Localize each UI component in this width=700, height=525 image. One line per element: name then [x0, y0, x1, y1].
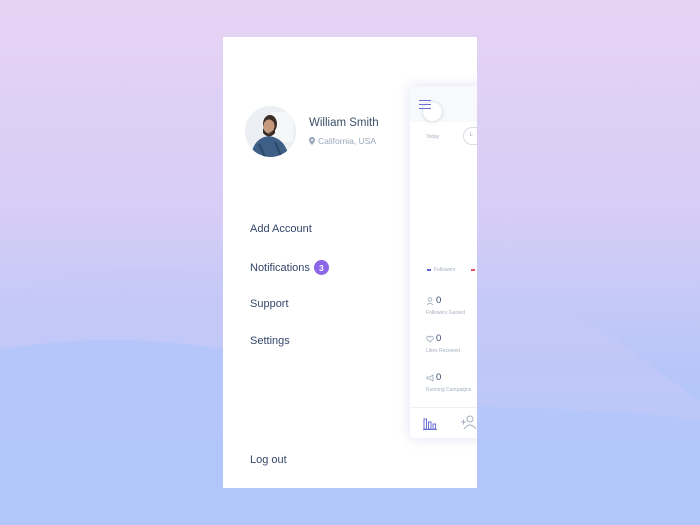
likes-received-label: Likes Received	[426, 348, 460, 354]
user-icon	[426, 297, 434, 305]
running-campaigns-value: 0	[436, 372, 442, 383]
menu-item-support[interactable]: Support	[250, 298, 289, 310]
menu-item-label: Notifications	[250, 261, 310, 274]
hamburger-menu-icon[interactable]	[419, 100, 431, 110]
menu-item-notifications[interactable]: Notifications 3	[250, 260, 329, 275]
second-legend-swatch	[471, 269, 475, 271]
period-toggle[interactable]: L	[463, 127, 477, 145]
heart-icon	[426, 335, 434, 343]
location-text: California, USA	[318, 136, 377, 146]
likes-received-value: 0	[436, 333, 442, 344]
phone-screen: William Smith California, USA Add Accoun…	[223, 37, 477, 488]
menu-item-label: Add Account	[250, 223, 312, 235]
add-user-icon[interactable]	[460, 414, 476, 430]
user-location: California, USA	[309, 136, 376, 146]
dashboard-preview-card[interactable]: Today L Followers 0 Followers Gained 0 L…	[410, 86, 477, 438]
running-campaigns-label: Running Campaigns	[426, 387, 472, 393]
location-pin-icon	[309, 137, 315, 145]
menu-item-label: Support	[250, 298, 289, 310]
followers-legend-label: Followers	[434, 267, 456, 273]
period-toggle-label: L	[470, 132, 473, 138]
notifications-badge: 3	[313, 260, 329, 275]
card-header	[410, 86, 477, 122]
side-menu: William Smith California, USA Add Accoun…	[223, 37, 403, 488]
logout-label: Log out	[250, 454, 287, 466]
megaphone-icon	[426, 374, 434, 382]
bottom-tab-bar	[410, 407, 477, 438]
bar-chart-icon[interactable]	[423, 416, 437, 430]
logout-button[interactable]: Log out	[250, 454, 287, 466]
menu-item-label: Settings	[250, 335, 290, 347]
avatar[interactable]	[245, 106, 296, 157]
today-label: Today	[426, 134, 440, 140]
user-name: William Smith	[309, 117, 379, 129]
menu-item-settings[interactable]: Settings	[250, 335, 290, 347]
menu-item-add-account[interactable]: Add Account	[250, 223, 312, 235]
avatar-image	[245, 106, 296, 157]
followers-legend-swatch	[427, 269, 431, 271]
followers-gained-label: Followers Gained	[426, 310, 465, 316]
followers-gained-value: 0	[436, 295, 442, 306]
